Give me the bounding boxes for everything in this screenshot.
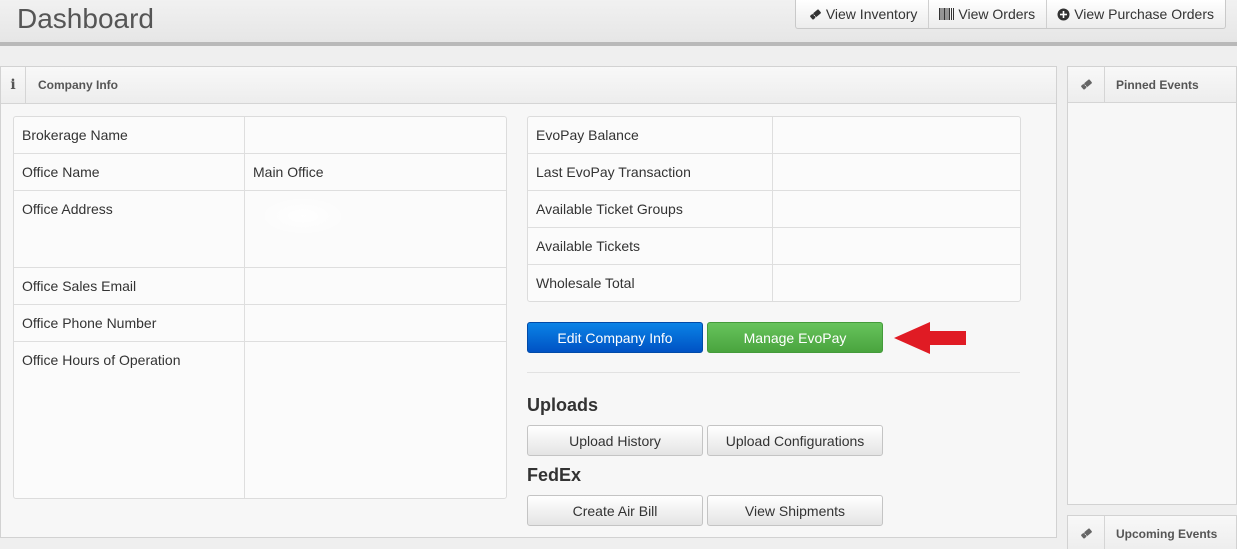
row-label: Available Ticket Groups (536, 201, 683, 217)
row-label: Wholesale Total (536, 275, 635, 291)
row-label: Office Address (22, 201, 113, 217)
view-orders-label: View Orders (958, 6, 1036, 22)
upcoming-events-panel: Upcoming Events (1067, 515, 1237, 549)
view-orders-button[interactable]: View Orders (928, 0, 1046, 28)
barcode-icon (939, 8, 955, 20)
company-info-title: Company Info (38, 78, 118, 92)
table-row: Available Tickets (528, 228, 1020, 265)
pinned-events-panel: Pinned Events (1067, 66, 1237, 505)
upload-history-button[interactable]: Upload History (527, 425, 703, 456)
table-row: Office Phone Number (14, 305, 506, 342)
create-air-bill-button[interactable]: Create Air Bill (527, 495, 703, 526)
view-purchase-orders-label: View Purchase Orders (1074, 6, 1214, 22)
table-row: Brokerage Name (14, 117, 506, 154)
table-row: Office Hours of Operation (14, 342, 506, 498)
section-divider (527, 372, 1020, 373)
upload-configurations-button[interactable]: Upload Configurations (707, 425, 883, 456)
row-label: Office Name (22, 164, 100, 180)
fedex-heading: FedEx (527, 465, 582, 485)
redacted-address (258, 196, 348, 236)
row-label: Available Tickets (536, 238, 641, 254)
uploads-heading: Uploads (527, 395, 599, 415)
annotation-arrow-icon (894, 322, 966, 354)
ticket-icon (809, 8, 822, 21)
company-details-table: Brokerage Name Office Name Main Office O… (13, 116, 507, 499)
row-label: Last EvoPay Transaction (536, 164, 691, 180)
upcoming-events-header: Upcoming Events (1068, 516, 1236, 549)
pinned-events-header: Pinned Events (1068, 67, 1236, 103)
plus-circle-icon (1057, 8, 1070, 21)
row-label: Office Hours of Operation (22, 352, 181, 368)
company-info-header: i Company Info (1, 67, 1056, 104)
view-inventory-button[interactable]: View Inventory (796, 0, 929, 28)
view-purchase-orders-button[interactable]: View Purchase Orders (1046, 0, 1225, 28)
row-label: Brokerage Name (22, 127, 128, 143)
edit-company-info-button[interactable]: Edit Company Info (527, 322, 703, 353)
header-button-group: View Inventory View Orders View Purchase… (794, 0, 1226, 29)
page-title: Dashboard (17, 3, 154, 34)
row-value: Main Office (253, 164, 324, 180)
pinned-events-title: Pinned Events (1116, 78, 1199, 92)
evopay-stats-table: EvoPay Balance Last EvoPay Transaction A… (527, 116, 1021, 302)
info-icon: i (1, 67, 26, 103)
page-header: Dashboard View Inventory View Orders Vie… (0, 0, 1237, 46)
row-label: Office Sales Email (22, 278, 137, 294)
table-row: EvoPay Balance (528, 117, 1020, 154)
ticket-icon (1068, 67, 1105, 102)
view-shipments-button[interactable]: View Shipments (707, 495, 883, 526)
table-row: Wholesale Total (528, 265, 1020, 302)
manage-evopay-button[interactable]: Manage EvoPay (707, 322, 883, 353)
view-inventory-label: View Inventory (825, 6, 918, 22)
upcoming-events-title: Upcoming Events (1116, 527, 1218, 541)
table-row: Available Ticket Groups (528, 191, 1020, 228)
table-row: Last EvoPay Transaction (528, 154, 1020, 191)
row-label: EvoPay Balance (536, 127, 639, 143)
table-row: Office Name Main Office (14, 154, 506, 191)
table-row: Office Sales Email (14, 268, 506, 305)
row-label: Office Phone Number (22, 315, 157, 331)
ticket-icon (1068, 516, 1105, 549)
